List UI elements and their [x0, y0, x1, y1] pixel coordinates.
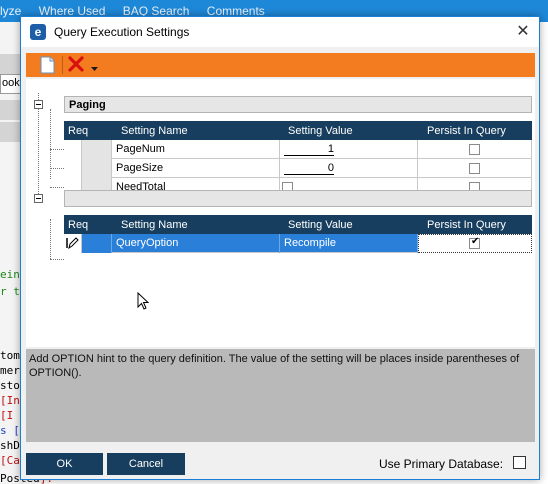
- req-cell: [82, 234, 112, 253]
- req-cell: [82, 140, 112, 159]
- cancel-button[interactable]: Cancel: [107, 453, 185, 475]
- app-logo-icon: e: [30, 24, 46, 40]
- paging-grid-header: Req Setting Name Setting Value Persist I…: [64, 121, 532, 140]
- ok-button[interactable]: OK: [26, 453, 103, 475]
- setting-value-cell[interactable]: 1: [280, 140, 418, 159]
- col-header-setting-value[interactable]: Setting Value: [288, 125, 353, 137]
- persist-checkbox-checked[interactable]: [469, 236, 480, 249]
- tree-line: [50, 149, 64, 150]
- setting-value-cell[interactable]: Recompile: [280, 234, 418, 253]
- table-row[interactable]: PageNum 1: [64, 140, 532, 159]
- setting-value-input[interactable]: 0: [284, 162, 334, 175]
- req-cell: [82, 159, 112, 178]
- tree-line: [50, 219, 51, 259]
- dialog-title: Query Execution Settings: [54, 25, 190, 39]
- settings-tree-grid: Paging Req Setting Name Setting Value Pe…: [26, 79, 535, 347]
- setting-name-cell: PageSize: [112, 159, 280, 178]
- option-grid-header: Req Setting Name Setting Value Persist I…: [64, 215, 532, 234]
- persist-checkbox[interactable]: [469, 144, 480, 155]
- table-row[interactable]: PageSize 0: [64, 159, 532, 178]
- mouse-cursor-icon: [137, 292, 149, 310]
- col-header-setting-name[interactable]: Setting Name: [121, 219, 188, 231]
- col-header-persist[interactable]: Persist In Query: [427, 125, 506, 137]
- edit-pencil-icon: [66, 237, 79, 250]
- persist-cell: [418, 140, 532, 159]
- dropdown-arrow-icon[interactable]: [91, 66, 98, 73]
- col-header-setting-name[interactable]: Setting Name: [121, 125, 188, 137]
- band-header-options: [64, 190, 532, 207]
- tree-line: [50, 168, 64, 169]
- use-primary-database-checkbox[interactable]: [513, 456, 526, 469]
- query-execution-settings-dialog: e Query Execution Settings ✕ Paging Req …: [20, 16, 540, 480]
- toolbar-separator: [62, 56, 63, 74]
- use-primary-database-label: Use Primary Database:: [379, 457, 504, 471]
- tree-line: [50, 259, 64, 260]
- delete-x-icon[interactable]: [67, 55, 85, 73]
- setting-value-input[interactable]: 1: [284, 143, 334, 156]
- setting-name-cell: PageNum: [112, 140, 280, 159]
- persist-checkbox[interactable]: [469, 163, 480, 174]
- row-indicator: [64, 234, 82, 253]
- col-header-req[interactable]: Req: [68, 219, 88, 231]
- collapse-option-band-icon[interactable]: [34, 194, 43, 203]
- persist-cell: [418, 159, 532, 178]
- row-indicator: [64, 159, 82, 178]
- setting-description: Add OPTION hint to the query definition.…: [26, 349, 535, 442]
- setting-name-cell: QueryOption: [112, 234, 280, 253]
- col-header-persist[interactable]: Persist In Query: [427, 219, 506, 231]
- table-row-selected[interactable]: QueryOption Recompile: [64, 234, 532, 253]
- bg-menu-item-analyze[interactable]: lyze: [0, 4, 21, 18]
- row-indicator: [64, 140, 82, 159]
- collapse-paging-icon[interactable]: [34, 100, 43, 109]
- dialog-titlebar[interactable]: e Query Execution Settings ✕: [21, 17, 539, 47]
- band-header-paging: Paging: [64, 96, 532, 113]
- persist-cell: [418, 234, 532, 253]
- setting-value-cell[interactable]: 0: [280, 159, 418, 178]
- col-header-setting-value[interactable]: Setting Value: [288, 219, 353, 231]
- new-document-icon[interactable]: [40, 56, 55, 74]
- close-icon[interactable]: ✕: [513, 22, 533, 42]
- toolbar: [26, 53, 535, 77]
- tree-line: [50, 187, 64, 188]
- col-header-req[interactable]: Req: [68, 125, 88, 137]
